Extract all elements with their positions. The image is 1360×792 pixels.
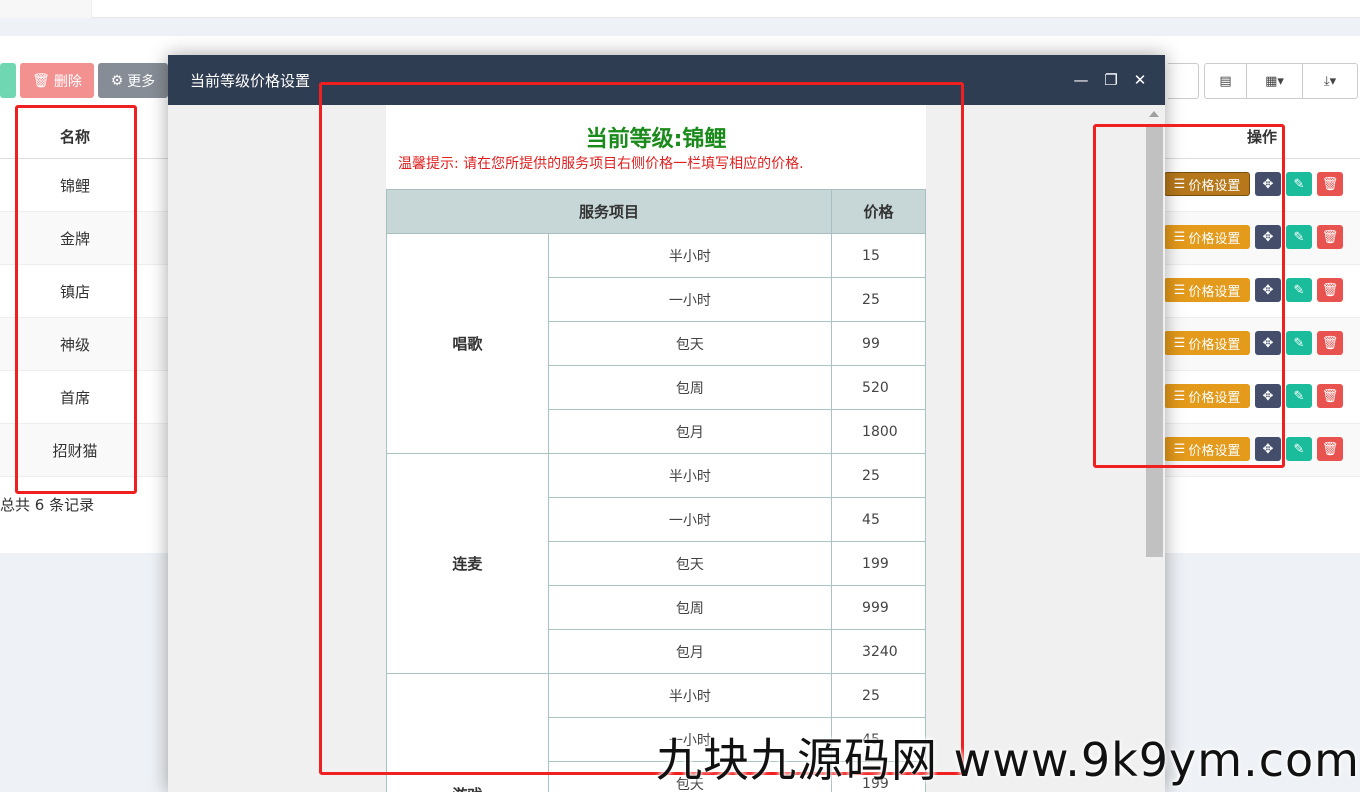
watermark-text: 九块九源码网 www.9k9ym.com [656, 733, 1360, 787]
columns-button[interactable]: ▦▾ [1247, 64, 1303, 98]
top-bar [0, 0, 1360, 18]
add-button[interactable] [0, 63, 16, 98]
highlight-box-price-table [319, 82, 964, 775]
delete-row-button[interactable]: 🗑 [1317, 172, 1343, 196]
delete-row-button[interactable]: 🗑 [1317, 437, 1343, 461]
more-button-label: 更多 [127, 73, 156, 90]
edit-button[interactable]: ✎ [1286, 331, 1312, 355]
dialog-title: 当前等级价格设置 [190, 71, 311, 90]
highlight-box-name-column [15, 105, 137, 494]
edit-button[interactable]: ✎ [1286, 278, 1312, 302]
grid-icon: ▦▾ [1265, 73, 1284, 89]
trash-icon: 🗑 [1321, 388, 1339, 404]
table-tools: ▤ ▦▾ ⤓▾ [1204, 63, 1358, 99]
highlight-box-ops-column [1093, 124, 1285, 468]
edit-button[interactable]: ✎ [1286, 225, 1312, 249]
pencil-icon: ✎ [1293, 229, 1305, 245]
export-button[interactable]: ⤓▾ [1303, 64, 1357, 98]
trash-icon: 🗑 [32, 72, 50, 89]
trash-icon: 🗑 [1321, 282, 1339, 298]
close-icon: ✕ [1133, 71, 1147, 89]
total-records-text: 总共 6 条记录 [0, 496, 95, 514]
edit-button[interactable]: ✎ [1286, 437, 1312, 461]
pencil-icon: ✎ [1293, 282, 1305, 298]
trash-icon: 🗑 [1321, 229, 1339, 245]
pencil-icon: ✎ [1293, 176, 1305, 192]
delete-row-button[interactable]: 🗑 [1317, 384, 1343, 408]
pencil-icon: ✎ [1293, 335, 1305, 351]
maximize-icon: ❐ [1104, 71, 1118, 89]
search-area [1168, 63, 1199, 99]
delete-row-button[interactable]: 🗑 [1317, 278, 1343, 302]
gear-icon: ⚙ [110, 72, 124, 89]
minimize-button[interactable]: — [1067, 55, 1095, 105]
trash-icon: 🗑 [1321, 441, 1339, 457]
close-button[interactable]: ✕ [1126, 55, 1154, 105]
toggle-view-button[interactable]: ▤ [1205, 64, 1247, 98]
trash-icon: 🗑 [1321, 335, 1339, 351]
maximize-button[interactable]: ❐ [1097, 55, 1125, 105]
pencil-icon: ✎ [1293, 441, 1305, 457]
export-icon: ⤓▾ [1323, 73, 1337, 89]
delete-button-label: 删除 [53, 73, 82, 90]
pencil-icon: ✎ [1293, 388, 1305, 404]
edit-button[interactable]: ✎ [1286, 172, 1312, 196]
delete-row-button[interactable]: 🗑 [1317, 225, 1343, 249]
minimize-icon: — [1073, 71, 1089, 89]
scroll-up-arrow-icon[interactable] [1149, 111, 1159, 117]
list-view-icon: ▤ [1219, 73, 1232, 89]
more-button[interactable]: ⚙ 更多 [98, 63, 168, 98]
delete-button[interactable]: 🗑 删除 [20, 63, 94, 98]
search-input[interactable] [1168, 63, 1199, 99]
top-bar-segment [0, 0, 92, 18]
delete-row-button[interactable]: 🗑 [1317, 331, 1343, 355]
edit-button[interactable]: ✎ [1286, 384, 1312, 408]
trash-icon: 🗑 [1321, 176, 1339, 192]
